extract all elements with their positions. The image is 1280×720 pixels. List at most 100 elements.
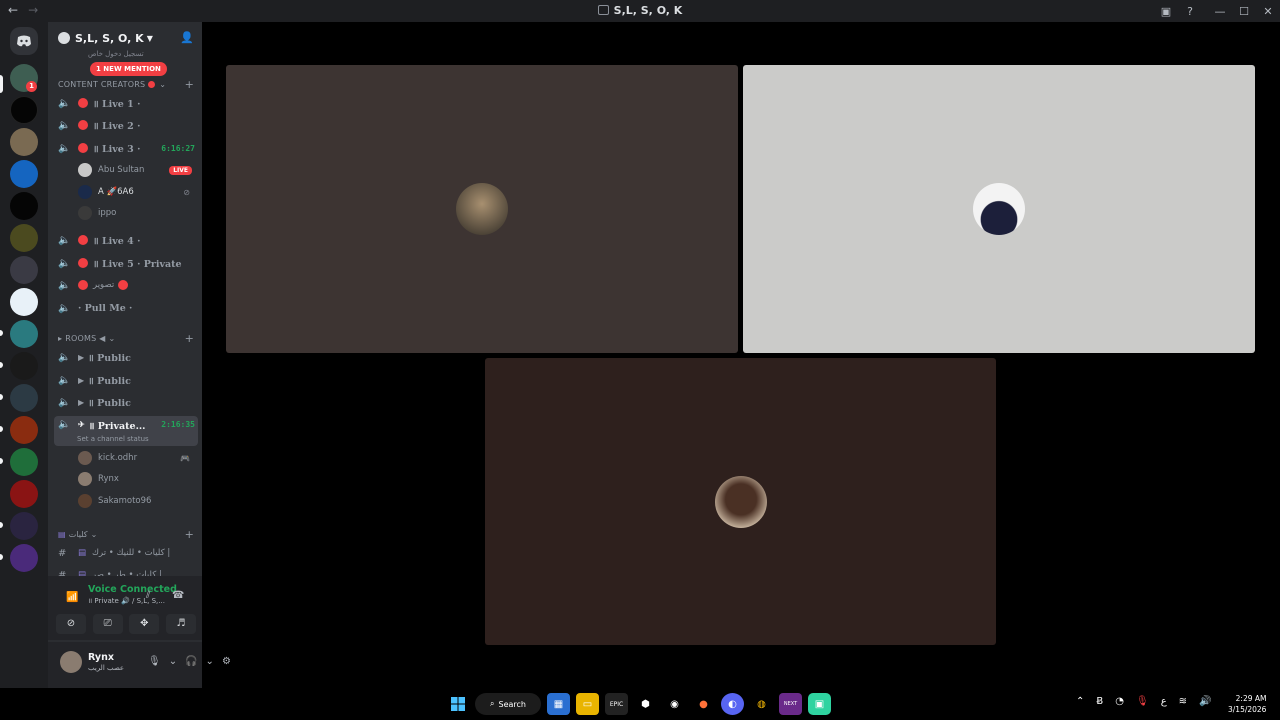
avatar — [78, 494, 92, 508]
speaker-icon: 🔈 — [58, 419, 71, 430]
voice-user[interactable]: Sakamoto96 — [78, 492, 196, 510]
headphones-icon[interactable]: 🎧 — [185, 656, 197, 667]
unread-pip — [0, 362, 3, 368]
firefox-icon[interactable]: ● — [692, 693, 715, 715]
new-mention-pill[interactable]: 1 NEW MENTION — [90, 62, 167, 76]
app-icon[interactable]: ▣ — [808, 693, 831, 715]
voice-channel-live2[interactable]: 🔈 ॥ Live 2 · — [54, 115, 198, 135]
chevron-down-icon[interactable]: ⌄ — [169, 656, 177, 667]
voice-user[interactable]: kick.odhr 🎮 — [78, 449, 196, 467]
camera-off-icon[interactable]: ⊘ — [56, 614, 86, 634]
play-icon: ▶ — [78, 375, 85, 385]
add-channel-icon[interactable]: + — [185, 332, 194, 345]
category-icon: ▤ — [58, 530, 66, 539]
server-icon[interactable] — [10, 416, 38, 444]
network-icon[interactable]: ◔ — [1115, 696, 1124, 707]
help-icon[interactable]: ? — [1178, 5, 1202, 18]
server-icon[interactable] — [10, 512, 38, 540]
server-icon[interactable] — [10, 544, 38, 572]
windows-start-icon[interactable] — [446, 693, 469, 715]
language-indicator[interactable]: ع — [1161, 696, 1167, 707]
category-rooms[interactable]: ▸ ROOMS ◀ ⌄ + — [58, 332, 194, 345]
plane-icon: ✈ — [78, 419, 85, 429]
speaker-icon: 🔈 — [58, 142, 71, 154]
voice-channel-public[interactable]: 🔈 ▶ ॥ Public — [54, 392, 198, 412]
server-icon[interactable] — [10, 192, 38, 220]
inbox-icon[interactable]: ▣ — [1154, 5, 1178, 18]
taskbar-icons: ⌕ Search ▦ ▭ EPIC ⬢ ◉ ● ◐ ◍ NEXT ▣ — [446, 693, 831, 715]
screen-share-icon[interactable]: ⎚ — [92, 614, 123, 634]
voice-status[interactable]: Voice Connected — [88, 584, 177, 595]
chrome-icon[interactable]: ◍ — [750, 693, 773, 715]
server-icon[interactable] — [10, 480, 38, 508]
voice-channel-live4[interactable]: 🔈 ॥ Live 4 · — [54, 230, 198, 250]
taskbar-search[interactable]: ⌕ Search — [475, 693, 541, 715]
discord-home-icon[interactable] — [10, 27, 38, 55]
server-icon[interactable] — [10, 448, 38, 476]
avatar[interactable] — [60, 651, 82, 673]
server-icon[interactable] — [10, 288, 38, 316]
guild-icon — [58, 32, 70, 44]
voice-channel-path[interactable]: ॥ Private 🔊 / S,L, S,... — [88, 597, 165, 606]
voice-user[interactable]: Rynx — [78, 470, 196, 488]
chevron-up-icon[interactable]: ⌃ — [1076, 696, 1084, 707]
server-icon[interactable] — [10, 128, 38, 156]
microphone-icon[interactable]: 🎙 — [1136, 696, 1149, 707]
server-icon[interactable] — [10, 384, 38, 412]
store-icon[interactable]: ▦ — [547, 693, 570, 715]
channel-status[interactable]: Set a channel status — [77, 435, 149, 443]
chevron-down-icon[interactable]: ⌄ — [206, 656, 214, 667]
server-icon[interactable] — [10, 160, 38, 188]
add-member-icon[interactable]: 👤 — [180, 31, 194, 44]
add-channel-icon[interactable]: + — [185, 78, 194, 91]
voice-channel-public[interactable]: 🔈 ▶ ॥ Public — [54, 347, 198, 367]
server-icon[interactable] — [10, 96, 38, 124]
username[interactable]: Rynx — [88, 652, 114, 663]
category-content-creators[interactable]: CONTENT CREATORS ⌄ + — [58, 78, 194, 91]
category-kalimat[interactable]: ▤ كليات ⌄ + — [58, 528, 194, 541]
microphone-icon[interactable]: 🎙 — [148, 656, 161, 667]
voice-channel-tasweer[interactable]: 🔈 تصوير — [54, 275, 198, 295]
add-channel-icon[interactable]: + — [185, 528, 194, 541]
voice-channel-private[interactable]: 🔈 ✈ ॥ Private... 2:16:35 Set a channel statu… — [54, 416, 198, 446]
minimize-icon[interactable]: — — [1208, 5, 1232, 18]
server-icon[interactable] — [10, 224, 38, 252]
voice-channel-live3[interactable]: 🔈 ॥ Live 3 · 6:16:27 — [54, 138, 198, 158]
wifi-icon[interactable]: ≋ — [1179, 696, 1187, 707]
discord-icon[interactable]: ◐ — [721, 693, 744, 715]
maximize-icon[interactable]: ☐ — [1232, 5, 1256, 18]
activities-icon[interactable]: ✥ — [129, 614, 160, 634]
app-icon[interactable]: ⬢ — [634, 693, 657, 715]
video-tile[interactable] — [485, 358, 996, 645]
voice-channel-live5[interactable]: 🔈 ॥ Live 5 · Private — [54, 253, 198, 273]
next-app-icon[interactable]: NEXT — [779, 693, 802, 715]
epic-games-icon[interactable]: EPIC — [605, 693, 628, 715]
voice-channel-pullme[interactable]: 🔈 · Pull Me · — [54, 298, 198, 318]
unread-pip — [0, 394, 3, 400]
text-channel[interactable]: # ▤ كليات • للنيك • ترك | — [54, 543, 198, 563]
soundboard-icon[interactable]: ♬ — [165, 614, 196, 634]
gear-icon[interactable]: ⚙ — [222, 656, 231, 667]
server-icon[interactable] — [10, 256, 38, 284]
user-status: عصب الريب — [88, 664, 125, 672]
voice-user[interactable]: Abu Sultan LIVE — [78, 161, 196, 179]
noise-suppression-icon[interactable]: ⫽ — [146, 590, 150, 601]
voice-channel-public[interactable]: 🔈 ▶ ॥ Public — [54, 370, 198, 390]
server-icon[interactable] — [10, 320, 38, 348]
scrolled-channel-name: تسجيل دخول خاص — [88, 50, 144, 58]
voice-channel-live1[interactable]: 🔈 ॥ Live 1 · — [54, 93, 198, 113]
clock[interactable]: 2:29 AM 3/15/2026 — [1228, 693, 1266, 715]
voice-user[interactable]: A 🚀6A6 ⊘ — [78, 183, 196, 201]
close-icon[interactable]: ✕ — [1256, 5, 1280, 18]
voice-user[interactable]: ippo — [78, 204, 196, 222]
video-tile[interactable] — [226, 65, 738, 353]
disconnect-icon[interactable]: ☎ — [172, 590, 184, 601]
red-circle-icon — [78, 143, 88, 153]
file-explorer-icon[interactable]: ▭ — [576, 693, 599, 715]
volume-icon[interactable]: 🔊 — [1199, 696, 1211, 707]
server-icon[interactable] — [10, 352, 38, 380]
search-icon: ⌕ — [490, 699, 495, 708]
video-tile[interactable] — [743, 65, 1255, 353]
steam-icon[interactable]: ◉ — [663, 693, 686, 715]
app-tray-icon[interactable]: Ƀ — [1096, 696, 1103, 707]
